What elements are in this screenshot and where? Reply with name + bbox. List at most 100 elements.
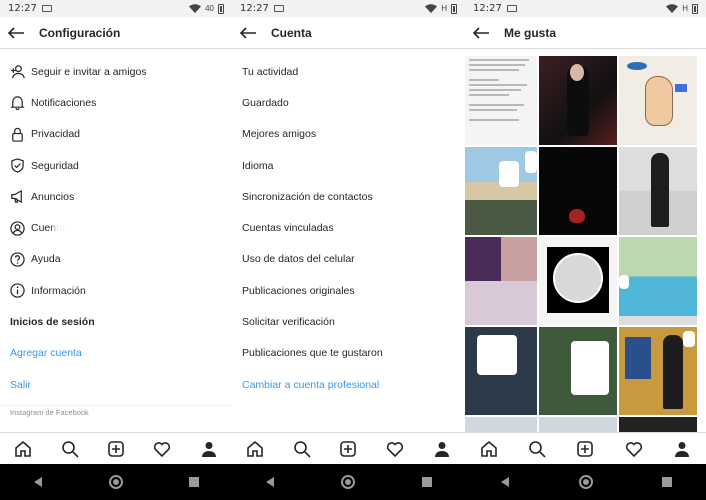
status-time: 12:27 (8, 3, 37, 14)
profile-icon[interactable] (433, 440, 451, 458)
menu-item-label: Anuncios (31, 190, 75, 203)
menu-item-liked-posts[interactable]: Publicaciones que te gustaron (232, 338, 465, 369)
nav-home-icon[interactable] (340, 474, 356, 490)
menu-item-original-posts[interactable]: Publicaciones originales (232, 275, 465, 306)
heart-icon[interactable] (386, 440, 404, 458)
back-arrow-icon[interactable] (8, 26, 24, 39)
menu-item-follow-invite[interactable]: Seguir e invitar a amigos (0, 56, 232, 87)
profile-icon[interactable] (673, 440, 691, 458)
header: Cuenta (232, 17, 465, 49)
home-icon[interactable] (246, 440, 264, 458)
search-icon[interactable] (528, 440, 546, 458)
search-icon[interactable] (61, 440, 79, 458)
nav-recents-icon[interactable] (661, 476, 673, 488)
post-thumbnail[interactable] (465, 147, 537, 235)
search-icon[interactable] (293, 440, 311, 458)
liked-posts-screen: 12:27 H Me gusta (465, 0, 706, 464)
home-icon[interactable] (14, 440, 32, 458)
menu-item-label: Ayuda (31, 253, 61, 266)
shield-icon (11, 158, 24, 173)
wifi-icon (189, 4, 202, 13)
add-account-link[interactable]: Agregar cuenta (0, 338, 232, 369)
lock-icon (12, 127, 23, 142)
status-bar: 12:27 40 (0, 0, 232, 17)
nav-back-icon[interactable] (32, 476, 44, 488)
menu-item-data-usage[interactable]: Uso de datos del celular (232, 244, 465, 275)
post-thumbnail[interactable] (465, 56, 537, 145)
menu-item-saved[interactable]: Guardado (232, 87, 465, 118)
post-thumbnail[interactable] (539, 327, 617, 415)
notification-icon (273, 5, 284, 12)
menu-item-language[interactable]: Idioma (232, 150, 465, 181)
status-time: 12:27 (473, 3, 502, 14)
menu-item-help[interactable]: Ayuda (0, 244, 232, 275)
section-heading-logins: Inicios de sesión (10, 316, 95, 329)
nav-recents-icon[interactable] (188, 476, 200, 488)
post-thumbnail[interactable] (539, 237, 617, 325)
nav-back-icon[interactable] (499, 476, 511, 488)
menu-item-contact-sync[interactable]: Sincronización de contactos (232, 181, 465, 212)
settings-screen: 12:27 40 Configuración Seguir e invitar … (0, 0, 232, 464)
redaction-mark (54, 210, 96, 250)
page-title: Cuenta (271, 25, 312, 40)
new-post-icon[interactable] (339, 440, 357, 458)
menu-item-privacy[interactable]: Privacidad (0, 119, 232, 150)
status-bar: 12:27 H (465, 0, 706, 17)
nav-home-icon[interactable] (578, 474, 594, 490)
menu-item-request-verification[interactable]: Solicitar verificación (232, 306, 465, 337)
menu-item-label: Seguir e invitar a amigos (31, 65, 147, 78)
heart-icon[interactable] (153, 440, 171, 458)
bell-icon (10, 96, 25, 111)
logout-link[interactable]: Salir (0, 369, 232, 400)
add-person-icon (10, 65, 25, 79)
nav-recents-icon[interactable] (421, 476, 433, 488)
nav-back-icon[interactable] (264, 476, 276, 488)
menu-item-close-friends[interactable]: Mejores amigos (232, 119, 465, 150)
bottom-tab-bar (0, 432, 232, 464)
network-type: H (682, 4, 688, 13)
bottom-tab-bar (465, 432, 706, 464)
profile-icon[interactable] (200, 440, 218, 458)
account-icon (10, 220, 25, 236)
menu-item-linked-accounts[interactable]: Cuentas vinculadas (232, 212, 465, 243)
account-menu: Tu actividad Guardado Mejores amigos Idi… (232, 56, 465, 400)
home-icon[interactable] (480, 440, 498, 458)
megaphone-icon (11, 190, 22, 204)
info-icon (10, 283, 25, 298)
footer-text: Instagram de Facebook (10, 408, 89, 417)
menu-item-activity[interactable]: Tu actividad (232, 56, 465, 87)
header: Configuración (0, 17, 232, 49)
menu-item-notifications[interactable]: Notificaciones (0, 87, 232, 118)
menu-item-security[interactable]: Seguridad (0, 150, 232, 181)
menu-item-ads[interactable]: Anuncios (0, 181, 232, 212)
new-post-icon[interactable] (576, 440, 594, 458)
status-time: 12:27 (240, 3, 269, 14)
screenshot-composite: 12:27 40 Configuración Seguir e invitar … (0, 0, 706, 500)
battery-icon (451, 3, 457, 14)
post-thumbnail[interactable] (465, 327, 537, 415)
back-arrow-icon[interactable] (473, 26, 489, 39)
heart-icon[interactable] (625, 440, 643, 458)
post-thumbnail[interactable] (619, 237, 697, 325)
battery-icon (218, 3, 224, 14)
menu-item-info[interactable]: Información (0, 275, 232, 306)
android-nav-bar (0, 464, 706, 500)
menu-item-account[interactable]: Cuenta (0, 212, 232, 243)
post-thumbnail[interactable] (539, 56, 617, 145)
nav-home-icon[interactable] (108, 474, 124, 490)
help-icon (10, 252, 25, 267)
post-thumbnail[interactable] (619, 147, 697, 235)
page-title: Configuración (39, 25, 121, 40)
menu-item-label: Seguridad (31, 159, 79, 172)
status-bar: 12:27 H (232, 0, 465, 17)
post-thumbnail[interactable] (619, 56, 697, 145)
menu-item-label: Notificaciones (31, 96, 97, 109)
post-thumbnail[interactable] (539, 147, 617, 235)
post-thumbnail[interactable] (465, 237, 537, 325)
back-arrow-icon[interactable] (240, 26, 256, 39)
liked-posts-grid (465, 56, 706, 447)
switch-professional-link[interactable]: Cambiar a cuenta profesional (232, 369, 465, 400)
new-post-icon[interactable] (107, 440, 125, 458)
header: Me gusta (465, 17, 706, 49)
post-thumbnail[interactable] (619, 327, 697, 415)
